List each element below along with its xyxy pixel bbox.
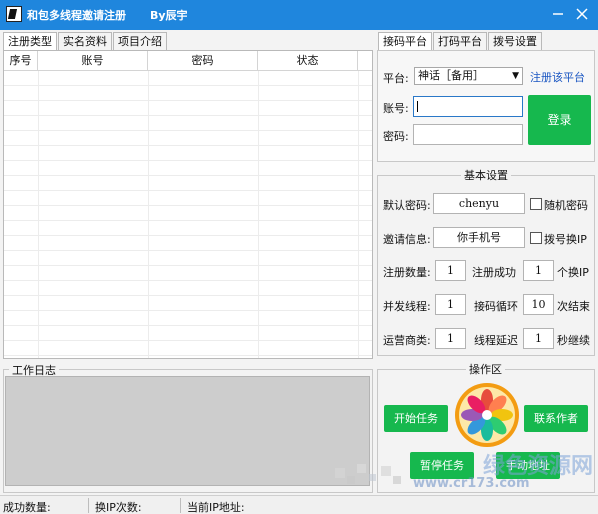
logo-icon — [454, 382, 520, 448]
reg-count-input[interactable]: 1 — [435, 260, 466, 281]
code-loop-label: 接码循环 — [474, 300, 518, 313]
threads-input[interactable]: 1 — [435, 294, 466, 315]
right-tab-bar: 接码平台 打码平台 拨号设置 — [378, 32, 543, 50]
column-index[interactable]: 序号 — [4, 51, 38, 71]
thread-delay-input[interactable]: 1 — [523, 328, 554, 349]
reg-success-input[interactable]: 1 — [523, 260, 554, 281]
dial-switch-checkbox[interactable] — [530, 232, 542, 244]
tab-project-intro[interactable]: 项目介绍 — [113, 32, 167, 50]
tab-register-type[interactable]: 注册类型 — [3, 32, 57, 50]
default-password-input[interactable]: chenyu — [433, 193, 525, 214]
start-task-button[interactable]: 开始任务 — [384, 405, 448, 432]
operations-title: 操作区 — [466, 361, 505, 377]
title-bar: 和包多线程邀请注册 By辰宇 — [0, 0, 598, 30]
chevron-down-icon: ▼ — [512, 71, 519, 81]
minimize-icon[interactable] — [548, 4, 568, 24]
tab-captcha-platform[interactable]: 打码平台 — [433, 32, 487, 50]
account-label: 账号: — [383, 102, 409, 115]
register-platform-link[interactable]: 注册该平台 — [530, 69, 585, 85]
per-ip-label: 个换IP — [557, 266, 589, 279]
invite-input[interactable]: 你手机号 — [433, 227, 525, 248]
login-button[interactable]: 登录 — [528, 95, 591, 145]
code-loop-input[interactable]: 10 — [523, 294, 554, 315]
table-header: 序号 账号 密码 状态 — [4, 51, 372, 71]
random-password-checkbox[interactable] — [530, 198, 542, 210]
password-label: 密码: — [383, 130, 409, 143]
basic-settings-title: 基本设置 — [461, 167, 511, 183]
column-account[interactable]: 账号 — [38, 51, 148, 71]
reg-count-label: 注册数量: — [383, 266, 431, 279]
close-icon[interactable] — [572, 4, 592, 24]
accounts-table[interactable]: 序号 账号 密码 状态 — [3, 50, 373, 359]
platform-selected: 神话［备用］ — [418, 69, 484, 82]
tab-sms-platform[interactable]: 接码平台 — [378, 32, 432, 50]
manual-address-button[interactable]: 手动地址 — [496, 452, 560, 479]
reg-success-label: 注册成功 — [472, 266, 516, 279]
random-password-label: 随机密码 — [544, 199, 588, 212]
column-status[interactable]: 状态 — [258, 51, 358, 71]
default-password-label: 默认密码: — [383, 199, 431, 212]
thread-delay-label: 线程延迟 — [474, 334, 518, 347]
account-input[interactable] — [413, 96, 523, 117]
window-title: 和包多线程邀请注册 — [27, 9, 126, 22]
column-password[interactable]: 密码 — [148, 51, 258, 71]
password-input[interactable] — [413, 124, 523, 145]
contact-author-button[interactable]: 联系作者 — [524, 405, 588, 432]
window-author: By辰宇 — [150, 9, 188, 22]
carrier-label: 运营商类: — [383, 334, 431, 347]
carrier-input[interactable]: 1 — [435, 328, 466, 349]
current-ip-label: 当前IP地址: — [187, 501, 245, 514]
tab-realname-info[interactable]: 实名资料 — [58, 32, 112, 50]
dial-switch-label: 拨号换IP — [544, 233, 587, 246]
status-bar: 成功数量: 换IP次数: 当前IP地址: — [0, 495, 598, 514]
table-body — [4, 71, 372, 358]
loop-end-label: 次结束 — [557, 300, 590, 313]
platform-select[interactable]: 神话［备用］ ▼ — [414, 67, 523, 85]
tab-dial-settings[interactable]: 拨号设置 — [488, 32, 542, 50]
threads-label: 并发线程: — [383, 300, 431, 313]
success-count-label: 成功数量: — [3, 501, 51, 514]
log-textarea[interactable] — [5, 376, 370, 486]
app-icon — [6, 6, 22, 22]
ip-change-count-label: 换IP次数: — [95, 501, 142, 514]
invite-label: 邀请信息: — [383, 233, 431, 246]
pause-task-button[interactable]: 暂停任务 — [410, 452, 474, 479]
platform-label: 平台: — [383, 72, 409, 85]
delay-unit-label: 秒继续 — [557, 334, 590, 347]
left-tab-bar: 注册类型 实名资料 项目介绍 — [3, 32, 168, 50]
